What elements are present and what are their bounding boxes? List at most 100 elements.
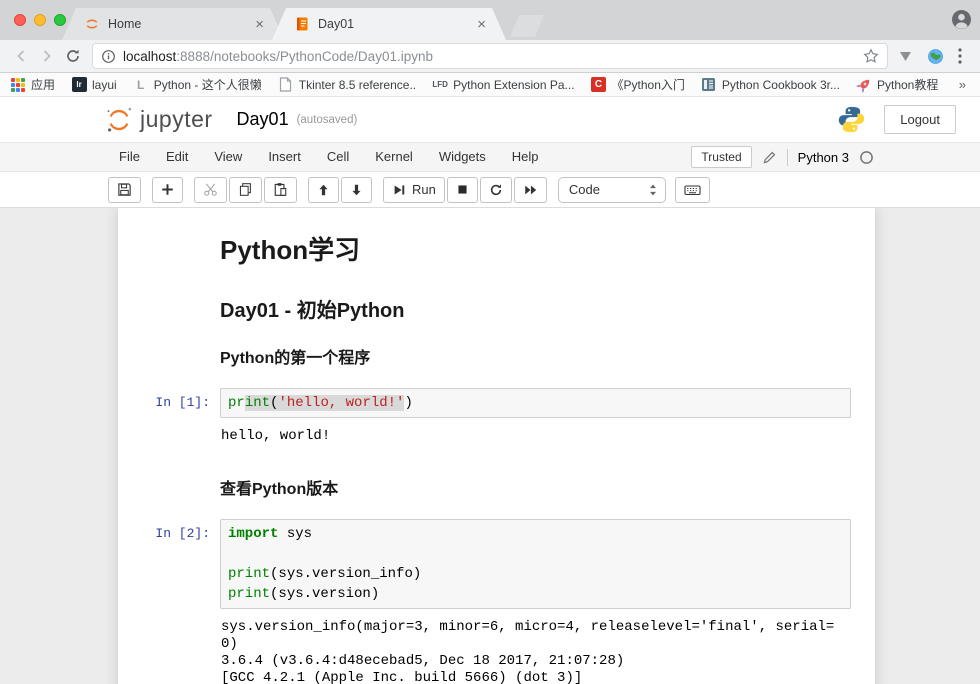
markdown-cell[interactable]: Python的第一个程序 [119, 342, 874, 382]
trusted-button[interactable]: Trusted [691, 146, 751, 168]
menu-item-edit[interactable]: Edit [153, 143, 201, 171]
tab-close-icon[interactable]: × [253, 17, 266, 32]
profile-icon[interactable] [951, 9, 972, 30]
logout-button[interactable]: Logout [884, 105, 956, 134]
bookmark-label: 《Python入门 [612, 76, 685, 93]
code-token: int [245, 395, 270, 411]
notebook-scroll-area[interactable]: Python学习Day01 - 初始PythonPython的第一个程序In [… [0, 208, 980, 684]
code-input[interactable]: print('hello, world!') [220, 388, 851, 418]
add-cell-button[interactable] [152, 177, 183, 203]
cut-icon [203, 182, 218, 197]
toolbar-group [308, 177, 374, 203]
fullscreen-window-button[interactable] [54, 14, 66, 26]
kernel-name: Python 3 [798, 150, 849, 165]
minimize-window-button[interactable] [34, 14, 46, 26]
bookmark-label: layui [92, 78, 117, 92]
cell-prompt [120, 348, 220, 376]
browser-tab-home[interactable]: Home× [62, 8, 284, 40]
site-info-icon[interactable] [101, 49, 116, 64]
markdown-cell[interactable]: 查看Python版本 [119, 453, 874, 513]
paste-button[interactable] [264, 177, 297, 203]
code-token: (sys.version) [270, 586, 379, 602]
back-icon[interactable] [8, 43, 34, 69]
cut-button[interactable] [194, 177, 227, 203]
code-token: import [228, 526, 278, 542]
code-input[interactable]: import sys print(sys.version_info)print(… [220, 519, 851, 609]
run-button[interactable]: Run [383, 177, 445, 203]
notebook-title[interactable]: Day01 [237, 109, 289, 130]
jupyter-ring-icon [84, 16, 100, 32]
command-palette-button[interactable] [675, 177, 710, 203]
bookmark-item[interactable]: LPython - 这个人很懒 [133, 76, 262, 93]
move-up-button[interactable] [308, 177, 339, 203]
toolbar-group [194, 177, 299, 203]
move-down-icon [350, 183, 363, 197]
select-arrows-icon [647, 182, 659, 198]
bookmark-label: Tkinter 8.5 reference.. [299, 78, 416, 92]
notebook-book-icon [294, 16, 310, 32]
output-line: 3.6.4 (v3.6.4:d48ecebad5, Dec 18 2017, 2… [221, 653, 841, 670]
menu-item-insert[interactable]: Insert [255, 143, 314, 171]
browser-menu-icon[interactable] [958, 48, 962, 64]
address-bar[interactable]: localhost:8888/notebooks/PythonCode/Day0… [92, 43, 888, 69]
extension-globe-icon[interactable] [927, 48, 944, 65]
menu-item-view[interactable]: View [201, 143, 255, 171]
code-cell[interactable]: In [2]:import sys print(sys.version_info… [119, 513, 874, 684]
reload-icon[interactable] [60, 43, 86, 69]
code-token: print [228, 586, 270, 602]
close-window-button[interactable] [14, 14, 26, 26]
edit-mode-pencil-icon [762, 150, 777, 165]
window-controls [14, 14, 66, 26]
menu-item-help[interactable]: Help [499, 143, 552, 171]
code-token: (sys.version_info) [270, 566, 421, 582]
save-icon [117, 182, 132, 197]
browser-tab-strip: Home×Day01× [0, 0, 980, 40]
extension-down-arrow-icon[interactable] [898, 50, 913, 63]
markdown-heading: Day01 - 初始Python [220, 298, 851, 324]
restart-run-all-button[interactable] [514, 177, 547, 203]
browser-tab-day01[interactable]: Day01× [272, 8, 506, 40]
code-token: sys [278, 526, 312, 542]
run-icon [392, 183, 406, 197]
markdown-cell[interactable]: Python学习 [119, 222, 874, 290]
layui-icon: lr [71, 77, 87, 93]
forward-icon[interactable] [34, 43, 60, 69]
tab-close-icon[interactable]: × [475, 17, 488, 32]
jupyter-header: jupyter Day01 (autosaved) Logout [0, 97, 980, 142]
stop-button[interactable] [447, 177, 478, 203]
cell-prompt [120, 296, 220, 336]
menu-item-file[interactable]: File [106, 143, 153, 171]
bookmark-item[interactable]: Tkinter 8.5 reference.. [278, 77, 416, 93]
cell-type-value: Code [569, 182, 647, 197]
bookmarks-overflow-chevron[interactable]: » [959, 77, 970, 92]
copy-button[interactable] [229, 177, 262, 203]
new-tab-button[interactable] [510, 15, 544, 37]
jupyter-logo[interactable]: jupyter [104, 105, 213, 135]
code-cell[interactable]: In [1]:print('hello, world!')hello, worl… [119, 382, 874, 453]
bookmark-item[interactable]: LFDPython Extension Pa... [432, 77, 574, 93]
bookmark-star-icon[interactable] [863, 48, 879, 64]
bookmark-item[interactable]: lrlayui [71, 77, 117, 93]
menu-item-cell[interactable]: Cell [314, 143, 362, 171]
bookmark-label: 应用 [31, 76, 55, 93]
page-icon [278, 77, 294, 93]
code-token: pr [228, 395, 245, 411]
browser-toolbar: localhost:8888/notebooks/PythonCode/Day0… [0, 40, 980, 73]
red-c-icon: C [591, 77, 607, 93]
jupyter-menubar: FileEditViewInsertCellKernelWidgetsHelp … [0, 142, 980, 172]
bookmark-item[interactable]: Python教程 [856, 76, 938, 93]
save-button[interactable] [108, 177, 141, 203]
cell-prompt [120, 459, 220, 507]
cell-type-select[interactable]: Code [558, 177, 666, 203]
markdown-cell[interactable]: Day01 - 初始Python [119, 290, 874, 342]
restart-kernel-button[interactable] [480, 177, 512, 203]
menu-item-widgets[interactable]: Widgets [426, 143, 499, 171]
bookmark-item[interactable]: Python Cookbook 3r... [701, 77, 840, 93]
output-line: hello, world! [221, 428, 841, 445]
output-line: sys.version_info(major=3, minor=6, micro… [221, 619, 841, 653]
move-up-icon [317, 183, 330, 197]
move-down-button[interactable] [341, 177, 372, 203]
bookmark-item[interactable]: 应用 [10, 76, 55, 93]
bookmark-item[interactable]: C 《Python入门 [591, 76, 685, 93]
menu-item-kernel[interactable]: Kernel [362, 143, 426, 171]
